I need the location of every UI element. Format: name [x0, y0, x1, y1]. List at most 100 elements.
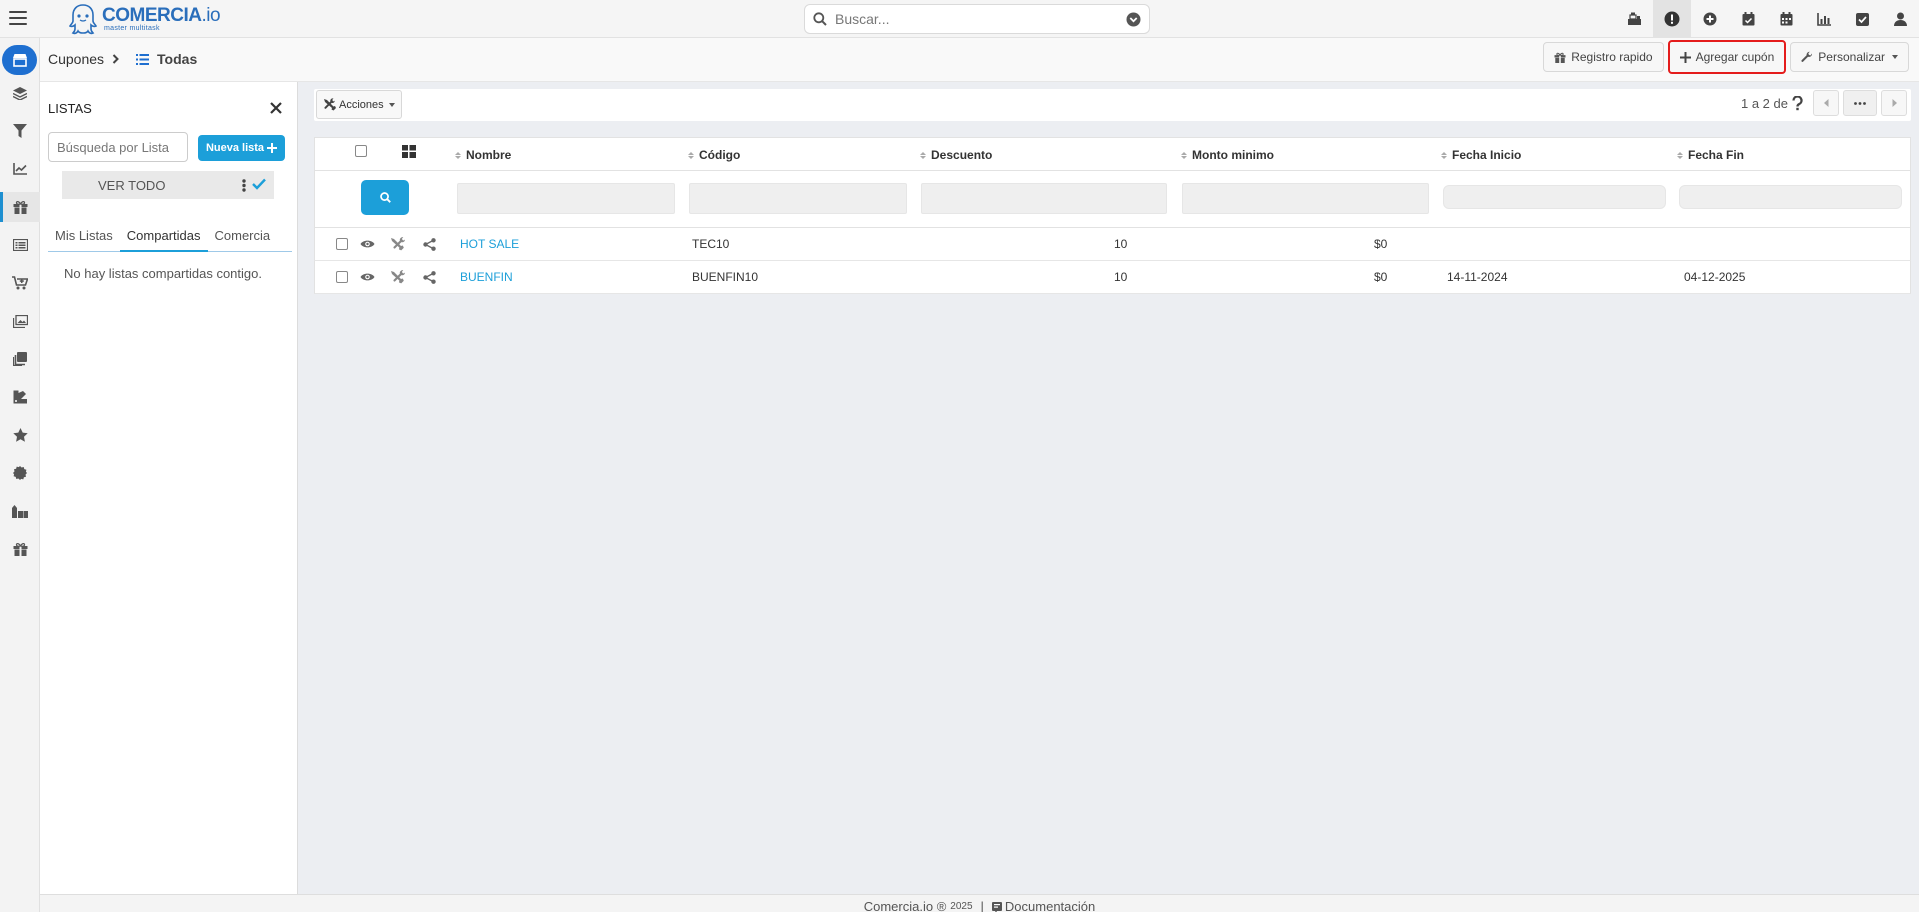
eye-icon[interactable]: [359, 236, 375, 252]
page-options-button[interactable]: [1843, 90, 1877, 116]
sort-icon: [1441, 151, 1447, 159]
column-header-fecha-inicio[interactable]: Fecha Inicio: [1441, 148, 1521, 162]
tools-icon[interactable]: [390, 269, 406, 285]
select-all-checkbox[interactable]: [355, 145, 367, 157]
chart-line-icon[interactable]: [0, 154, 40, 184]
share-icon[interactable]: [421, 269, 437, 285]
hamburger-menu-icon[interactable]: [8, 8, 28, 28]
column-header-descuento[interactable]: Descuento: [920, 148, 992, 162]
checkbox-icon[interactable]: [1843, 0, 1881, 38]
gift-box-icon[interactable]: [0, 534, 40, 564]
table-row[interactable]: BUENFIN BUENFIN10 10 $0 14-11-2024 04-12…: [314, 261, 1911, 294]
add-coupon-label: Agregar cupón: [1695, 50, 1775, 64]
actions-label: Acciones: [339, 98, 384, 111]
global-search-input[interactable]: [835, 11, 1126, 27]
filter-codigo-input[interactable]: [689, 183, 907, 214]
row-checkbox[interactable]: [336, 238, 348, 250]
share-icon[interactable]: [421, 236, 437, 252]
coupon-start-date: 14-11-2024: [1447, 270, 1508, 284]
column-label: Nombre: [466, 148, 512, 162]
next-page-button[interactable]: [1881, 90, 1907, 116]
list-alt-icon[interactable]: [0, 230, 40, 260]
close-icon[interactable]: [268, 100, 284, 116]
caret-left-icon: [1823, 99, 1828, 107]
cart-plus-icon[interactable]: [0, 268, 40, 298]
actions-dropdown[interactable]: Acciones: [316, 90, 402, 119]
breadcrumb-parent[interactable]: Cupones: [48, 51, 104, 67]
caret-down-icon: [1892, 55, 1898, 59]
chart-bar-icon[interactable]: [1805, 0, 1843, 38]
quick-register-button[interactable]: Registro rapido: [1543, 42, 1664, 72]
tab-comercia[interactable]: Comercia: [208, 220, 278, 252]
store-icon: [12, 54, 27, 67]
footer-year: 2025: [950, 901, 973, 912]
logo-ext: .io: [201, 5, 221, 26]
column-header-codigo[interactable]: Código: [688, 148, 740, 162]
footer-separator: |: [980, 899, 984, 912]
gift-icon[interactable]: [0, 192, 40, 222]
column-header-nombre[interactable]: Nombre: [455, 148, 511, 162]
caret-right-icon: [1892, 99, 1897, 107]
lists-panel: LISTAS Nueva lista VER TODO Mis Listas C…: [40, 82, 298, 894]
eye-icon[interactable]: [359, 269, 375, 285]
images-icon[interactable]: [0, 306, 40, 336]
coupon-name-link[interactable]: HOT SALE: [460, 237, 519, 251]
tab-mis-listas[interactable]: Mis Listas: [48, 220, 120, 252]
user-icon[interactable]: [1881, 0, 1919, 38]
prev-page-button[interactable]: [1813, 90, 1839, 116]
customize-button[interactable]: Personalizar: [1790, 42, 1909, 72]
column-header-fecha-fin[interactable]: Fecha Fin: [1677, 148, 1744, 162]
sort-icon: [1677, 151, 1683, 159]
cash-register-icon[interactable]: [1615, 0, 1653, 38]
gift-icon: [1554, 52, 1566, 63]
coupon-min-amount: $0: [1374, 270, 1388, 284]
filter-nombre-input[interactable]: [457, 183, 675, 214]
table-row[interactable]: HOT SALE TEC10 10 $0: [314, 228, 1911, 261]
apply-filters-button[interactable]: [361, 180, 409, 215]
coupons-table: Nombre Código Descuento Monto minimo Fec…: [314, 137, 1911, 889]
certificate-icon[interactable]: [0, 458, 40, 488]
clone-icon[interactable]: [0, 344, 40, 374]
calendar-icon[interactable]: [1767, 0, 1805, 38]
swatchbook-icon[interactable]: [0, 382, 40, 412]
caret-down-icon: [388, 102, 395, 107]
plus-circle-icon[interactable]: [1691, 0, 1729, 38]
documentation-link[interactable]: Documentación: [991, 899, 1095, 912]
add-coupon-button[interactable]: Agregar cupón: [1667, 40, 1787, 74]
calendar-check-icon[interactable]: [1729, 0, 1767, 38]
search-icon: [813, 12, 827, 26]
coupon-name-link[interactable]: BUENFIN: [460, 270, 513, 284]
list-search-input[interactable]: [48, 132, 188, 162]
tab-compartidas[interactable]: Compartidas: [119, 220, 208, 252]
breadcrumb-current: Todas: [157, 51, 198, 67]
plus-icon: [267, 143, 278, 153]
filter-fecha-inicio-input[interactable]: [1443, 185, 1666, 209]
filter-monto-input[interactable]: [1182, 183, 1429, 214]
alert-circle-icon[interactable]: [1653, 0, 1691, 38]
kebab-menu-icon[interactable]: [242, 179, 246, 192]
layers-icon[interactable]: [0, 78, 40, 108]
filter-row: [314, 171, 1911, 228]
tools-icon[interactable]: [390, 236, 406, 252]
store-home-button[interactable]: [2, 45, 37, 75]
chevron-down-circle-icon[interactable]: [1126, 12, 1141, 27]
view-all-list-item[interactable]: VER TODO: [62, 171, 274, 199]
column-label: Fecha Fin: [1688, 148, 1745, 162]
quick-register-label: Registro rapido: [1571, 50, 1653, 64]
global-search: [804, 4, 1150, 34]
row-checkbox[interactable]: [336, 271, 348, 283]
column-header-monto-minimo[interactable]: Monto minimo: [1181, 148, 1274, 162]
filter-descuento-input[interactable]: [921, 183, 1167, 214]
filter-fecha-fin-input[interactable]: [1679, 185, 1902, 209]
star-icon[interactable]: [0, 420, 40, 450]
question-icon[interactable]: [1792, 95, 1803, 111]
new-list-button[interactable]: Nueva lista: [198, 135, 285, 161]
grid-view-icon[interactable]: [402, 145, 416, 158]
logo-tagline: master multitask: [104, 25, 160, 32]
boxes-icon[interactable]: [0, 496, 40, 526]
top-bar: COMERCIA.io master multitask: [0, 0, 1919, 38]
filter-icon[interactable]: [0, 116, 40, 146]
column-label: Descuento: [931, 148, 993, 162]
coupon-discount: 10: [1114, 237, 1128, 251]
app-logo[interactable]: COMERCIA.io master multitask: [68, 2, 221, 36]
